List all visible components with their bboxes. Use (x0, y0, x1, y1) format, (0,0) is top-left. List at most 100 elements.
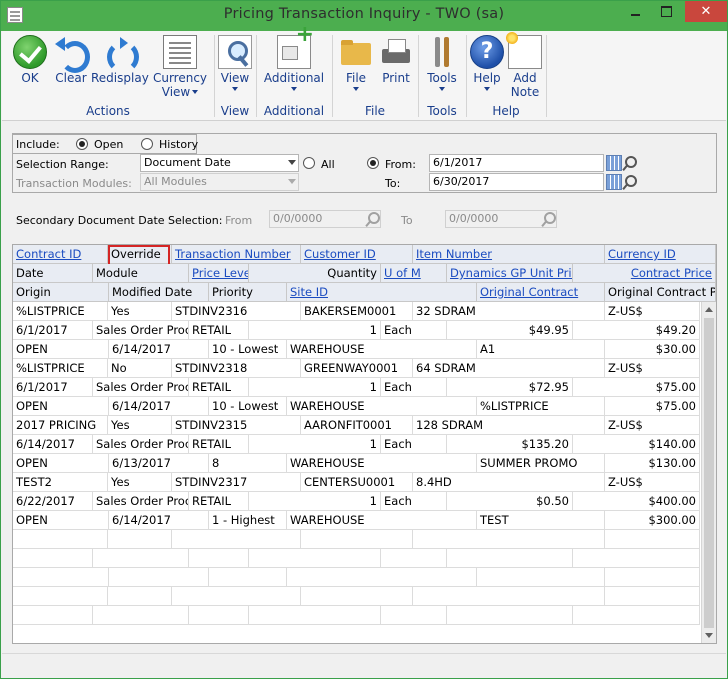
vertical-scrollbar[interactable] (701, 302, 716, 643)
column-transaction-number[interactable]: Transaction Number (172, 245, 301, 264)
table-row[interactable] (13, 568, 700, 587)
lookup-magnifier-icon[interactable] (365, 211, 381, 227)
column-priority[interactable]: Priority (209, 283, 287, 302)
cell-transaction-number: STDINV2317 (172, 473, 301, 492)
cell-empty (413, 530, 605, 549)
table-row[interactable]: TEST2 Yes STDINV2317 CENTERSU0001 8.4HD Z-US$ (13, 473, 700, 492)
selection-range-label: Selection Range: (16, 158, 109, 171)
column-site-id[interactable]: Site ID (287, 283, 477, 302)
scrollbar-thumb[interactable] (704, 318, 714, 628)
table-row[interactable]: 6/1/2017Sales Order ProcessingRETAIL1Eac… (13, 378, 700, 397)
cell-original-contract: A1 (477, 340, 605, 359)
additional-button[interactable]: Additional (260, 28, 328, 91)
lookup-magnifier-icon[interactable] (622, 155, 638, 171)
table-row[interactable]: OPEN 6/14/2017 10 - Lowest WAREHOUSE %LISTPR… (13, 397, 700, 416)
cell-customer-id: AARONFIT0001 (301, 416, 413, 435)
clear-button[interactable]: Clear (52, 31, 90, 85)
table-row[interactable]: %LISTPRICE Yes STDINV2316 BAKERSEM0001 32 SD… (13, 302, 700, 321)
column-module[interactable]: Module (93, 264, 189, 283)
add-note-button[interactable]: Add Note (506, 31, 544, 99)
lookup-magnifier-icon[interactable] (622, 174, 638, 190)
file-button[interactable]: File (336, 31, 376, 91)
table-row[interactable]: %LISTPRICE No STDINV2318 GREENWAY0001 64 SDR… (13, 359, 700, 378)
chevron-down-icon (439, 87, 445, 91)
cell-modified-date: 6/13/2017 (109, 454, 209, 473)
lookup-magnifier-icon[interactable] (541, 211, 557, 227)
column-contract-id[interactable]: Contract ID (13, 245, 108, 264)
column-contract-price[interactable]: Contract Price (573, 264, 716, 283)
transaction-modules-dropdown[interactable]: All Modules (140, 173, 299, 191)
add-note-label-2: Note (510, 85, 540, 99)
group-label-file: File (364, 104, 386, 118)
column-price-level[interactable]: Price Level (189, 264, 249, 283)
scroll-down-arrow-icon[interactable] (705, 633, 713, 638)
cell-original-contract: %LISTPRICE (477, 397, 605, 416)
table-row[interactable]: OPEN 6/14/2017 10 - Lowest WAREHOUSE A1 $30.0… (13, 340, 700, 359)
tools-button[interactable]: Tools (422, 31, 462, 91)
help-button[interactable]: ? Help (468, 31, 506, 91)
table-row[interactable]: 6/14/2017Sales Order ProcessingRETAIL1Ea… (13, 435, 700, 454)
table-row[interactable] (13, 606, 700, 625)
ok-label: OK (21, 71, 39, 85)
cell-empty (172, 587, 301, 606)
cell-modified-date: 6/14/2017 (109, 397, 209, 416)
cell-contract-id: TEST2 (13, 473, 108, 492)
table-row[interactable]: 6/22/2017Sales Order ProcessingRETAIL1Ea… (13, 492, 700, 511)
folder-icon (339, 35, 373, 69)
from-date-field[interactable]: 6/1/2017 (429, 154, 604, 172)
add-window-icon (277, 28, 314, 69)
redisplay-button[interactable]: Redisplay (91, 31, 149, 85)
table-row[interactable]: OPEN 6/14/2017 1 - Highest WAREHOUSE TEST $30… (13, 511, 700, 530)
grid-header-row-1: Contract ID Override Transaction Number … (13, 245, 716, 264)
cell-contract-price: $400.00 (573, 492, 700, 511)
table-row[interactable] (13, 587, 700, 606)
column-override[interactable]: Override (108, 245, 172, 264)
column-original-contract[interactable]: Original Contract (477, 283, 605, 302)
to-date-field[interactable]: 6/30/2017 (429, 173, 604, 191)
chevron-down-icon (353, 87, 359, 91)
view-button[interactable]: View (216, 31, 254, 91)
maximize-button[interactable] (652, 1, 680, 22)
column-dynamics-gp-unit-price[interactable]: Dynamics GP Unit Price (447, 264, 573, 283)
history-radio[interactable] (141, 138, 153, 150)
close-button[interactable]: ✕ (685, 1, 727, 22)
column-original-contract-price[interactable]: Original Contract Price (605, 283, 716, 302)
table-row[interactable]: 2017 PRICING Yes STDINV2315 AARONFIT0001 128… (13, 416, 700, 435)
open-radio[interactable] (76, 138, 88, 150)
table-row[interactable] (13, 549, 700, 568)
scroll-up-arrow-icon[interactable] (705, 307, 713, 312)
ok-button[interactable]: OK (8, 31, 52, 85)
cell-empty (301, 530, 413, 549)
column-origin[interactable]: Origin (13, 283, 109, 302)
calendar-icon[interactable] (606, 155, 622, 171)
cell-empty (249, 606, 381, 625)
cell-contract-id: 2017 PRICING (13, 416, 108, 435)
chevron-down-icon (288, 179, 296, 184)
all-radio[interactable] (303, 157, 315, 169)
selection-range-dropdown[interactable]: Document Date (140, 154, 299, 172)
currency-view-button[interactable]: Currency View (151, 31, 209, 99)
table-row[interactable] (13, 530, 700, 549)
column-modified-date[interactable]: Modified Date (109, 283, 209, 302)
cell-contract-id: %LISTPRICE (13, 359, 108, 378)
cell-empty (447, 606, 573, 625)
table-row[interactable]: 6/1/2017Sales Order ProcessingRETAIL1Eac… (13, 321, 700, 340)
from-radio[interactable] (367, 157, 379, 169)
calendar-icon[interactable] (606, 174, 622, 190)
cell-customer-id: CENTERSU0001 (301, 473, 413, 492)
column-customer-id[interactable]: Customer ID (301, 245, 413, 264)
group-label-tools: Tools (427, 104, 457, 118)
column-item-number[interactable]: Item Number (413, 245, 605, 264)
column-date[interactable]: Date (13, 264, 93, 283)
table-row[interactable]: OPEN 6/13/2017 8 WAREHOUSE SUMMER PROMO $130.… (13, 454, 700, 473)
print-button[interactable]: Print (376, 31, 416, 85)
minimize-button[interactable] (621, 1, 649, 22)
column-quantity[interactable]: Quantity (249, 264, 381, 283)
column-u-of-m[interactable]: U of M (381, 264, 447, 283)
transactions-grid: Contract ID Override Transaction Number … (12, 244, 717, 644)
cell-unit-price: $49.95 (447, 321, 573, 340)
include-label: Include: (16, 138, 60, 151)
cell-empty (108, 587, 172, 606)
column-currency-id[interactable]: Currency ID (605, 245, 716, 264)
print-label: Print (382, 71, 410, 85)
